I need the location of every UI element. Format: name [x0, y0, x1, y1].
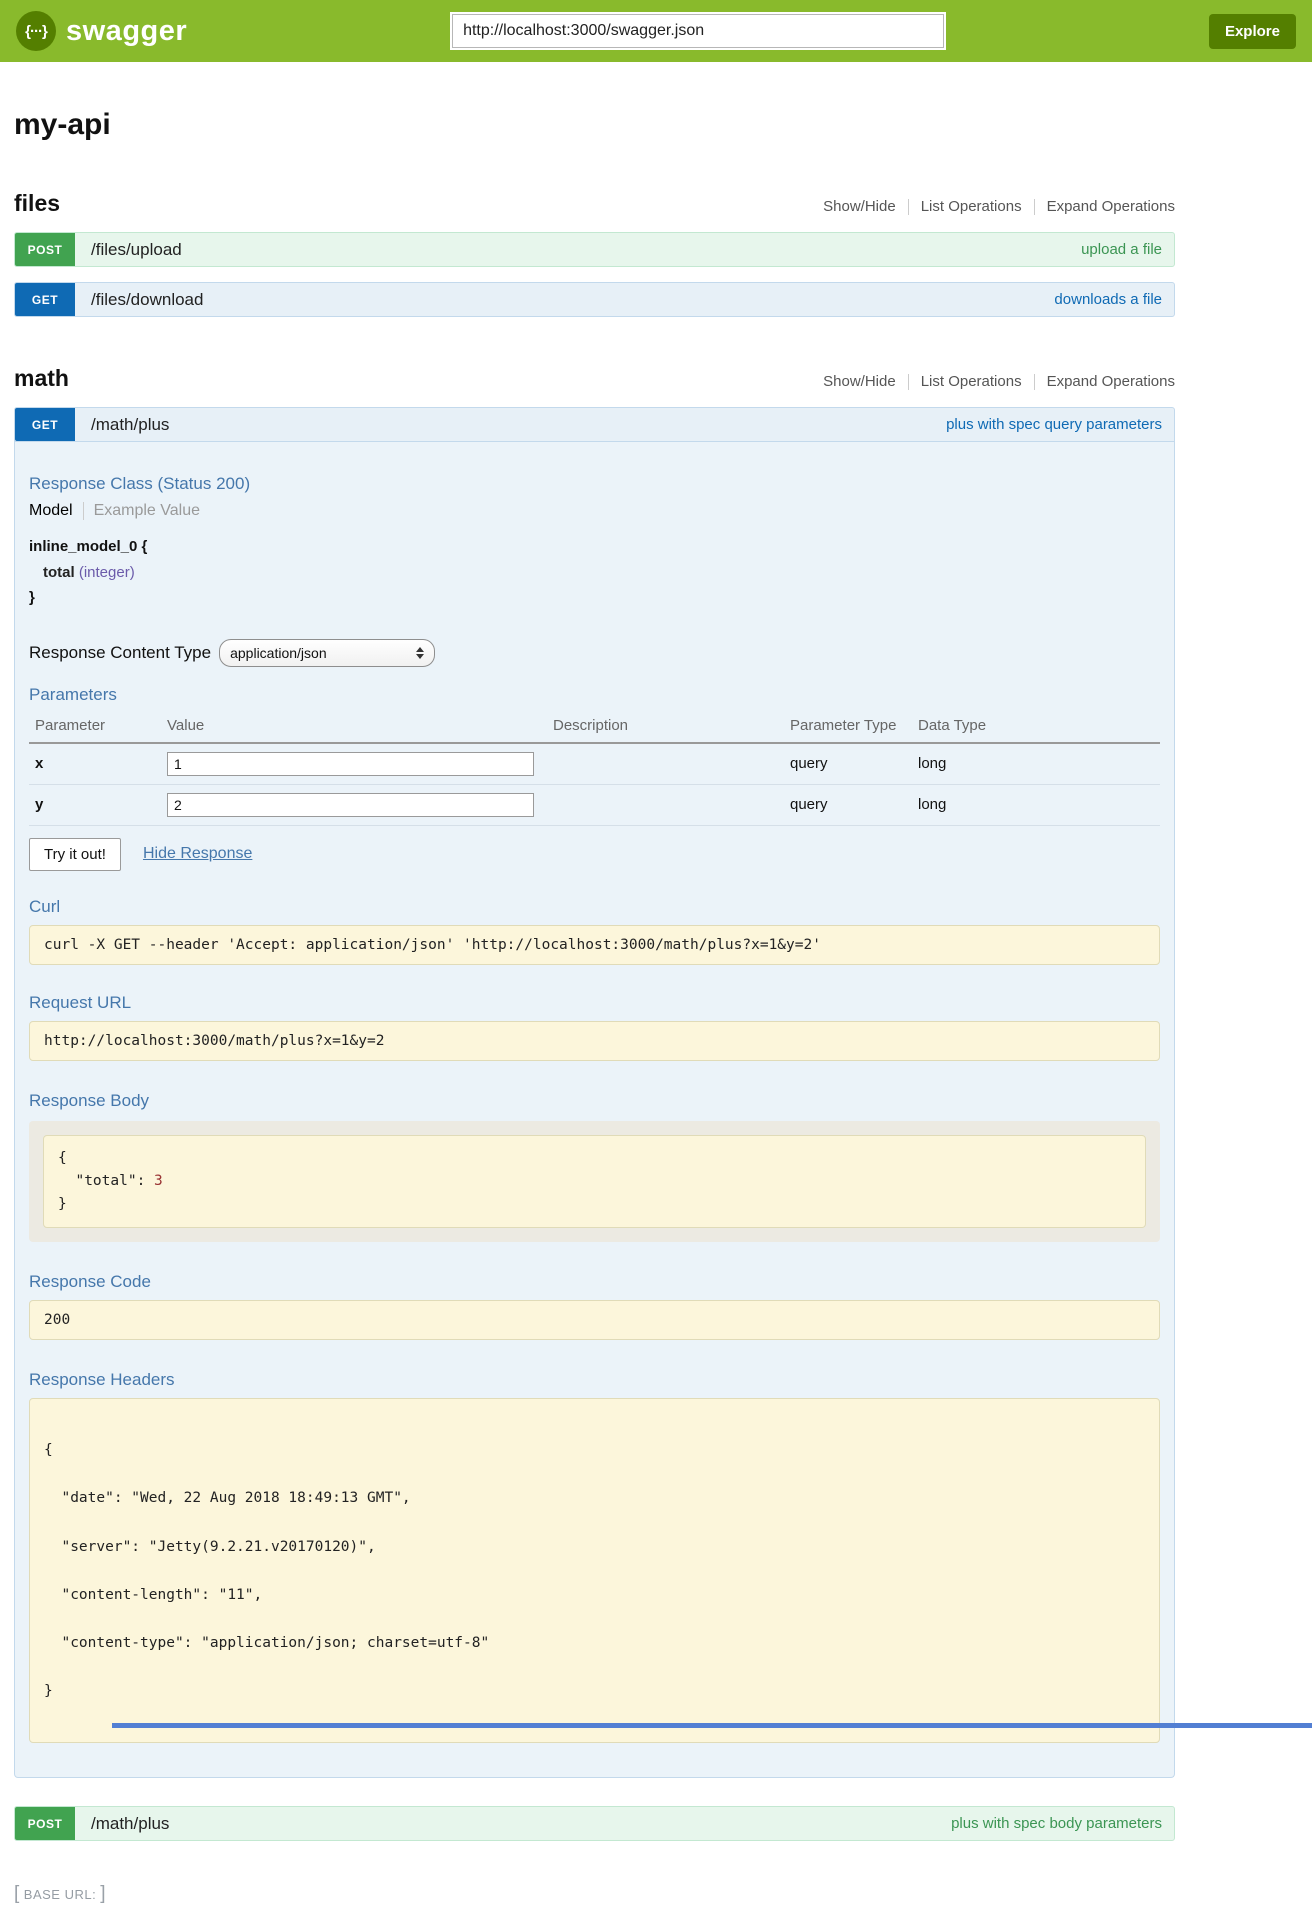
section-files: files Show/Hide List Operations Expand O… [14, 190, 1175, 317]
base-url-footer: [ BASE URL: ] [14, 1883, 1175, 1905]
operation-summary[interactable]: plus with spec body parameters [951, 1815, 1162, 1832]
response-body-json: { "total": 3 } [43, 1135, 1146, 1229]
param-type: query [784, 743, 912, 785]
param-row-x: x query long [29, 743, 1160, 785]
list-operations-link[interactable]: List Operations [909, 373, 1034, 390]
curl-command: curl -X GET --header 'Accept: applicatio… [29, 925, 1160, 965]
api-content: my-api files Show/Hide List Operations E… [14, 108, 1175, 1905]
show-hide-link[interactable]: Show/Hide [811, 198, 908, 215]
section-controls-math: Show/Hide List Operations Expand Operati… [811, 373, 1175, 390]
hide-response-link[interactable]: Hide Response [143, 845, 252, 863]
col-description: Description [547, 713, 784, 743]
operation-detail-panel: Response Class (Status 200) Model Exampl… [14, 442, 1175, 1778]
expand-operations-link[interactable]: Expand Operations [1035, 373, 1175, 390]
operation-row-post-files-upload[interactable]: POST /files/upload upload a file [14, 232, 1175, 267]
explore-button[interactable]: Explore [1209, 14, 1296, 49]
select-arrows-icon [416, 647, 424, 659]
col-value: Value [161, 713, 547, 743]
operation-path[interactable]: /math/plus [91, 415, 169, 435]
expand-operations-link[interactable]: Expand Operations [1035, 198, 1175, 215]
param-data-type: long [912, 743, 1160, 785]
response-code-heading: Response Code [29, 1272, 1160, 1292]
operation-path[interactable]: /files/download [91, 290, 203, 310]
bottom-accent-bar [112, 1723, 1312, 1728]
tab-example-value[interactable]: Example Value [83, 502, 200, 520]
curl-heading: Curl [29, 897, 1160, 917]
param-row-y: y query long [29, 784, 1160, 825]
swagger-brand[interactable]: {···} swagger [16, 11, 187, 51]
try-it-out-button[interactable]: Try it out! [29, 838, 121, 871]
method-badge-post: POST [15, 1807, 75, 1840]
parameters-table: Parameter Value Description Parameter Ty… [29, 713, 1160, 826]
operation-summary[interactable]: downloads a file [1054, 291, 1162, 308]
operation-path[interactable]: /math/plus [91, 1814, 169, 1834]
show-hide-link[interactable]: Show/Hide [811, 373, 908, 390]
response-content-type-row: Response Content Type application/json [29, 639, 1160, 667]
model-property-type: (integer) [79, 564, 135, 581]
close-bracket: ] [100, 1883, 106, 1905]
response-code-value: 200 [29, 1300, 1160, 1340]
request-url-heading: Request URL [29, 993, 1160, 1013]
section-controls-files: Show/Hide List Operations Expand Operati… [811, 198, 1175, 215]
request-url-value: http://localhost:3000/math/plus?x=1&y=2 [29, 1021, 1160, 1061]
section-math: math Show/Hide List Operations Expand Op… [14, 365, 1175, 1841]
operation-path[interactable]: /files/upload [91, 240, 182, 260]
response-class-heading: Response Class (Status 200) [29, 474, 1160, 494]
section-title-files[interactable]: files [14, 190, 60, 217]
operation-row-get-math-plus[interactable]: GET /math/plus plus with spec query para… [14, 407, 1175, 442]
method-badge-get: GET [15, 283, 75, 316]
response-headers-heading: Response Headers [29, 1370, 1160, 1390]
param-description [547, 784, 784, 825]
param-y-input[interactable] [167, 793, 534, 817]
param-name: x [29, 743, 161, 785]
method-badge-post: POST [15, 233, 75, 266]
operation-get-math-plus: GET /math/plus plus with spec query para… [14, 407, 1175, 1778]
response-headers-json: { "date": "Wed, 22 Aug 2018 18:49:13 GMT… [29, 1398, 1160, 1743]
brand-title: swagger [66, 15, 187, 48]
model-property-name: total [43, 564, 75, 581]
selected-content-type: application/json [230, 645, 327, 661]
model-tabs: Model Example Value [29, 502, 1160, 520]
json-key: "total" [75, 1173, 136, 1189]
json-number: 3 [154, 1173, 163, 1189]
param-data-type: long [912, 784, 1160, 825]
model-open: inline_model_0 { [29, 534, 1160, 560]
response-content-type-select[interactable]: application/json [219, 639, 435, 667]
operation-row-get-files-download[interactable]: GET /files/download downloads a file [14, 282, 1175, 317]
operation-summary[interactable]: plus with spec query parameters [946, 416, 1162, 433]
param-type: query [784, 784, 912, 825]
operation-summary[interactable]: upload a file [1081, 241, 1162, 258]
open-bracket: [ [14, 1883, 20, 1905]
col-data-type: Data Type [912, 713, 1160, 743]
parameters-heading: Parameters [29, 685, 1160, 705]
param-description [547, 743, 784, 785]
braces-logo-icon: {···} [16, 11, 56, 51]
section-title-math[interactable]: math [14, 365, 69, 392]
model-signature: inline_model_0 { total (integer) } [29, 534, 1160, 611]
param-x-input[interactable] [167, 752, 534, 776]
model-close: } [29, 585, 1160, 611]
method-badge-get: GET [15, 408, 75, 441]
base-url-label: BASE URL: [24, 1887, 96, 1902]
col-parameter: Parameter [29, 713, 161, 743]
response-body-container: { "total": 3 } [29, 1121, 1160, 1243]
tab-model[interactable]: Model [29, 502, 83, 520]
response-content-type-label: Response Content Type [29, 643, 211, 663]
col-parameter-type: Parameter Type [784, 713, 912, 743]
list-operations-link[interactable]: List Operations [909, 198, 1034, 215]
param-name: y [29, 784, 161, 825]
spec-url-input[interactable] [452, 14, 944, 48]
operation-row-post-math-plus[interactable]: POST /math/plus plus with spec body para… [14, 1806, 1175, 1841]
response-body-heading: Response Body [29, 1091, 1160, 1111]
braces-glyph: {···} [25, 23, 47, 40]
top-bar: {···} swagger Explore [0, 0, 1312, 62]
page-title: my-api [14, 108, 1175, 142]
